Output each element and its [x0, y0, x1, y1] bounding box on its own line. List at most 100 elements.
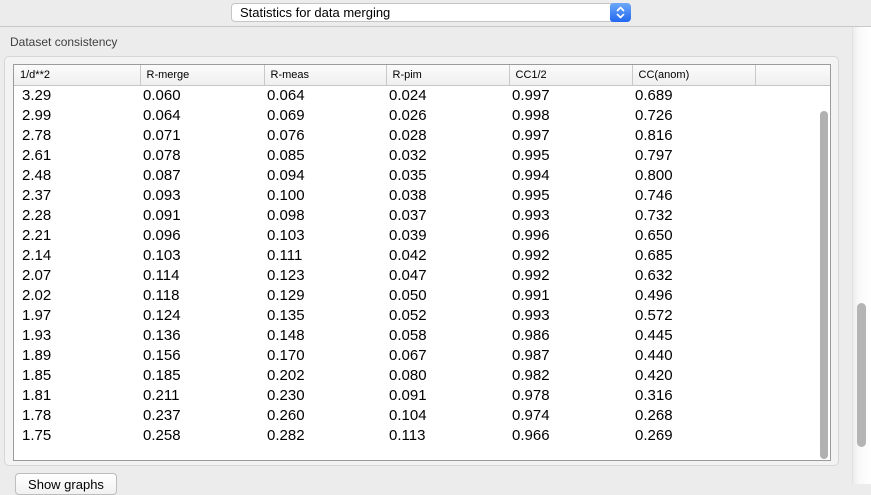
cell: [755, 206, 830, 226]
cell: 2.99: [14, 106, 140, 126]
table-row[interactable]: 1.850.1850.2020.0800.9820.420: [14, 366, 830, 386]
table-row[interactable]: 2.140.1030.1110.0420.9920.685: [14, 246, 830, 266]
cell: 0.316: [632, 386, 755, 406]
cell: 1.93: [14, 326, 140, 346]
cell: 0.148: [264, 326, 386, 346]
table-row[interactable]: 2.280.0910.0980.0370.9930.732: [14, 206, 830, 226]
toolbar: Statistics for data merging: [0, 0, 871, 27]
cell: 0.060: [140, 86, 264, 107]
cell: [755, 346, 830, 366]
cell: 0.996: [509, 226, 632, 246]
cell: 0.650: [632, 226, 755, 246]
table-row[interactable]: 3.290.0600.0640.0240.9970.689: [14, 86, 830, 107]
column-header-r-pim[interactable]: R-pim: [386, 65, 509, 86]
cell: 0.987: [509, 346, 632, 366]
cell: 0.028: [386, 126, 509, 146]
cell: 0.689: [632, 86, 755, 107]
statistics-table: 1/d**2R-mergeR-measR-pimCC1/2CC(anom) 3.…: [13, 64, 831, 461]
cell: 0.994: [509, 166, 632, 186]
window-scrollbar[interactable]: [852, 27, 871, 484]
cell: 1.78: [14, 406, 140, 426]
cell: 0.998: [509, 106, 632, 126]
cell: 0.035: [386, 166, 509, 186]
table-row[interactable]: 2.610.0780.0850.0320.9950.797: [14, 146, 830, 166]
cell: 0.091: [140, 206, 264, 226]
cell: 0.997: [509, 86, 632, 107]
cell: 0.087: [140, 166, 264, 186]
cell: 0.091: [386, 386, 509, 406]
cell: 0.420: [632, 366, 755, 386]
cell: 0.135: [264, 306, 386, 326]
cell: 0.797: [632, 146, 755, 166]
cell: 0.993: [509, 206, 632, 226]
window-scrollbar-thumb[interactable]: [857, 303, 866, 447]
table-row[interactable]: 1.970.1240.1350.0520.9930.572: [14, 306, 830, 326]
cell: 0.123: [264, 266, 386, 286]
cell: 0.170: [264, 346, 386, 366]
show-graphs-button[interactable]: Show graphs: [15, 473, 117, 495]
cell: 0.098: [264, 206, 386, 226]
table-scrollbar-thumb[interactable]: [820, 111, 828, 459]
table-row[interactable]: 1.810.2110.2300.0910.9780.316: [14, 386, 830, 406]
cell: [755, 406, 830, 426]
cell: 0.111: [264, 246, 386, 266]
cell: 2.02: [14, 286, 140, 306]
cell: 0.124: [140, 306, 264, 326]
cell: 1.81: [14, 386, 140, 406]
cell: 0.037: [386, 206, 509, 226]
cell: 0.816: [632, 126, 755, 146]
cell: 0.103: [264, 226, 386, 246]
column-header-r-merge[interactable]: R-merge: [140, 65, 264, 86]
table-row[interactable]: 2.070.1140.1230.0470.9920.632: [14, 266, 830, 286]
up-down-chevrons-icon: [610, 3, 631, 22]
column-header-1-d-2[interactable]: 1/d**2: [14, 65, 140, 86]
cell: 0.039: [386, 226, 509, 246]
cell: 0.064: [140, 106, 264, 126]
cell: 0.129: [264, 286, 386, 306]
cell: 0.052: [386, 306, 509, 326]
cell: 0.496: [632, 286, 755, 306]
column-header-cc1-2[interactable]: CC1/2: [509, 65, 632, 86]
table-row[interactable]: 1.890.1560.1700.0670.9870.440: [14, 346, 830, 366]
cell: 0.269: [632, 426, 755, 446]
table-row[interactable]: 2.480.0870.0940.0350.9940.800: [14, 166, 830, 186]
cell: 0.986: [509, 326, 632, 346]
cell: 0.047: [386, 266, 509, 286]
cell: 0.202: [264, 366, 386, 386]
cell: [755, 186, 830, 206]
cell: 0.156: [140, 346, 264, 366]
cell: 1.75: [14, 426, 140, 446]
cell: 0.103: [140, 246, 264, 266]
cell: 0.071: [140, 126, 264, 146]
cell: 0.096: [140, 226, 264, 246]
table-row[interactable]: 2.990.0640.0690.0260.9980.726: [14, 106, 830, 126]
statistics-dropdown[interactable]: Statistics for data merging: [231, 3, 631, 22]
cell: 2.37: [14, 186, 140, 206]
column-header-r-meas[interactable]: R-meas: [264, 65, 386, 86]
cell: 0.268: [632, 406, 755, 426]
table-row[interactable]: 2.780.0710.0760.0280.9970.816: [14, 126, 830, 146]
table-row[interactable]: 2.020.1180.1290.0500.9910.496: [14, 286, 830, 306]
table-row[interactable]: 1.930.1360.1480.0580.9860.445: [14, 326, 830, 346]
section-title: Dataset consistency: [10, 35, 117, 49]
cell: 0.732: [632, 206, 755, 226]
cell: 1.85: [14, 366, 140, 386]
cell: 0.282: [264, 426, 386, 446]
dataset-consistency-groupbox: 1/d**2R-mergeR-measR-pimCC1/2CC(anom) 3.…: [4, 56, 839, 466]
table-row[interactable]: 1.780.2370.2600.1040.9740.268: [14, 406, 830, 426]
cell: 0.024: [386, 86, 509, 107]
cell: 2.28: [14, 206, 140, 226]
cell: 0.258: [140, 426, 264, 446]
table-row[interactable]: 2.210.0960.1030.0390.9960.650: [14, 226, 830, 246]
cell: 0.993: [509, 306, 632, 326]
table-row[interactable]: 2.370.0930.1000.0380.9950.746: [14, 186, 830, 206]
cell: [755, 286, 830, 306]
cell: 0.991: [509, 286, 632, 306]
cell: 2.14: [14, 246, 140, 266]
cell: 0.685: [632, 246, 755, 266]
cell: 0.440: [632, 346, 755, 366]
column-header-cc-anom[interactable]: CC(anom): [632, 65, 755, 86]
cell: [755, 246, 830, 266]
column-header-empty[interactable]: [755, 65, 830, 86]
table-row[interactable]: 1.750.2580.2820.1130.9660.269: [14, 426, 830, 446]
